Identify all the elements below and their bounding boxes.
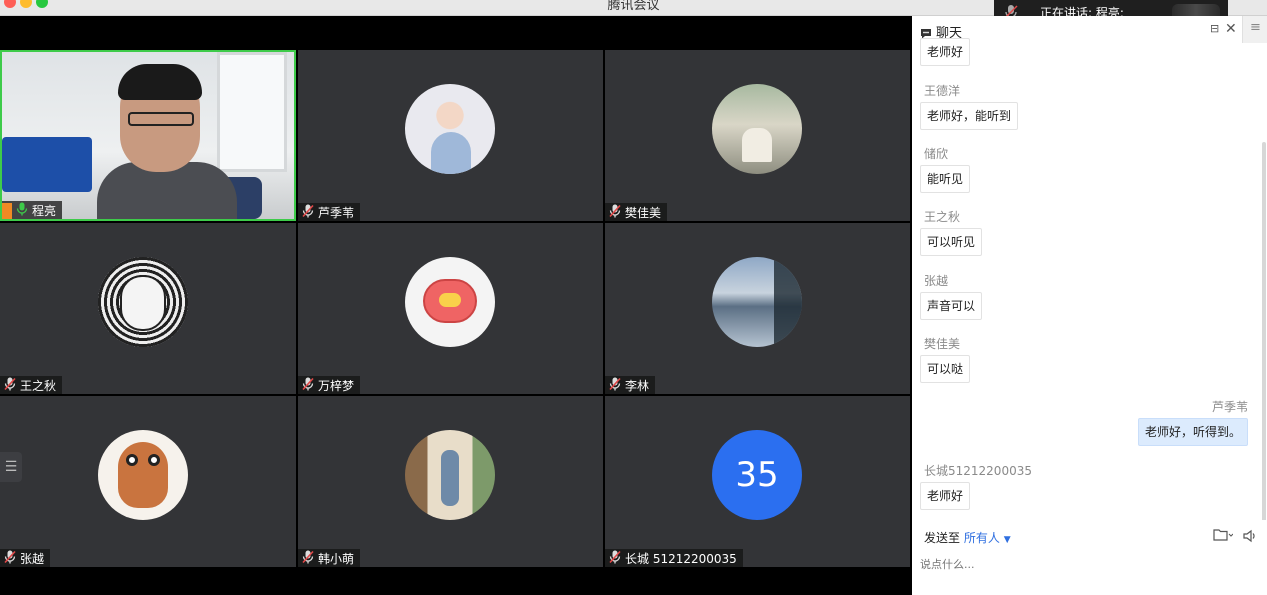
participant-name-tag: 程亮 xyxy=(2,201,63,219)
video-tile[interactable]: 韩小萌 xyxy=(298,396,603,567)
mic-muted-icon xyxy=(4,550,16,567)
participant-name: 王之秋 xyxy=(20,379,57,393)
chat-input-area: 发送至 所有人 ▼ xyxy=(912,520,1267,595)
speaker-icon[interactable] xyxy=(1242,528,1258,547)
participant-name: 张越 xyxy=(20,552,45,566)
participant-name-tag: 万梓梦 xyxy=(298,376,361,394)
chat-message-bubble: 可以听见 xyxy=(920,228,983,256)
chat-scrollbar[interactable] xyxy=(1262,142,1266,522)
participant-name: 樊佳美 xyxy=(625,206,662,220)
video-tile[interactable]: 芦季苇 xyxy=(298,50,603,221)
mic-muted-icon xyxy=(609,377,621,394)
chat-message-bubble: 老师好 xyxy=(920,482,971,510)
chat-message-sender: 王德洋 xyxy=(924,84,961,98)
menu-icon[interactable]: ☰ xyxy=(0,452,22,482)
participant-avatar xyxy=(712,257,802,347)
mic-muted-icon xyxy=(302,204,314,221)
chat-message-bubble: 能听见 xyxy=(920,165,971,193)
chat-message-bubble-self: 老师好，听得到。 xyxy=(1137,418,1248,446)
participant-name: 万梓梦 xyxy=(318,379,355,393)
participant-avatar xyxy=(405,257,495,347)
video-tile[interactable]: 万梓梦 xyxy=(298,223,603,394)
participant-name: 芦季苇 xyxy=(318,206,355,220)
participant-name: 长城 51212200035 xyxy=(625,552,737,566)
participant-name-tag: 芦季苇 xyxy=(298,203,361,221)
mic-muted-icon xyxy=(4,377,16,394)
participant-avatar-initials: 35 xyxy=(712,430,802,520)
video-grid: 程亮 芦季苇 樊佳美 王之秋 万梓梦 李林 ☰ 张越 韩小萌 35 长城 512… xyxy=(0,50,910,567)
send-to-target[interactable]: 所有人 xyxy=(964,531,1000,545)
participant-name: 程亮 xyxy=(32,204,57,218)
send-to-selector[interactable]: 发送至 所有人 ▼ xyxy=(924,529,1011,546)
participant-avatar xyxy=(405,430,495,520)
participant-name-tag: 长城 51212200035 xyxy=(605,549,743,567)
chat-message-bubble: 老师好 xyxy=(920,38,971,66)
send-to-label: 发送至 xyxy=(924,531,961,545)
chat-message-sender: 储欣 xyxy=(924,147,949,161)
video-tile[interactable]: ☰ 张越 xyxy=(0,396,296,567)
participant-avatar xyxy=(712,84,802,174)
video-tile[interactable]: 王之秋 xyxy=(0,223,296,394)
popout-icon[interactable]: ⊟ xyxy=(1210,22,1219,36)
chat-message-sender: 樊佳美 xyxy=(924,337,961,351)
chat-message-input[interactable] xyxy=(920,552,1250,576)
mic-active-icon xyxy=(16,202,28,219)
mic-muted-icon xyxy=(609,550,621,567)
participant-avatar xyxy=(98,257,188,347)
chat-message-sender-self: 芦季苇 xyxy=(1211,400,1248,414)
chat-message-bubble: 可以哒 xyxy=(920,355,971,383)
chat-panel: 聊天 ⊟ ✕ 老师好 王德洋 老师好，能听到 储欣 能听见 王之秋 可以听见 张… xyxy=(912,16,1267,595)
mic-muted-icon xyxy=(609,204,621,221)
chevron-down-icon: ▼ xyxy=(1003,535,1011,545)
participant-name-tag: 李林 xyxy=(605,376,656,394)
participant-name-tag: 樊佳美 xyxy=(605,203,668,221)
participant-name-tag: 王之秋 xyxy=(0,376,63,394)
video-tile[interactable]: 35 长城 51212200035 xyxy=(605,396,910,567)
participant-avatar xyxy=(405,84,495,174)
chat-message-sender: 张越 xyxy=(924,274,949,288)
participant-avatar xyxy=(98,430,188,520)
participant-name: 李林 xyxy=(625,379,650,393)
chat-message-sender: 王之秋 xyxy=(924,210,961,224)
camera-video xyxy=(2,52,294,219)
side-toolbar: ≡ xyxy=(1242,16,1267,43)
chat-message-bubble: 老师好，能听到 xyxy=(920,102,1019,130)
participant-name: 韩小萌 xyxy=(318,552,355,566)
chat-message-sender: 长城51212200035 xyxy=(924,464,1032,478)
chat-message-bubble: 声音可以 xyxy=(920,292,983,320)
mic-muted-icon xyxy=(302,550,314,567)
participant-name-tag: 张越 xyxy=(0,549,51,567)
menu-icon[interactable]: ≡ xyxy=(1250,20,1261,35)
video-tile[interactable]: 李林 xyxy=(605,223,910,394)
close-icon[interactable]: ✕ xyxy=(1225,22,1237,36)
video-tile[interactable]: 樊佳美 xyxy=(605,50,910,221)
file-upload-icon[interactable] xyxy=(1213,528,1234,545)
video-tile-active-speaker[interactable]: 程亮 xyxy=(0,50,296,221)
host-icon xyxy=(2,202,12,219)
mic-muted-icon xyxy=(302,377,314,394)
participant-name-tag: 韩小萌 xyxy=(298,549,361,567)
